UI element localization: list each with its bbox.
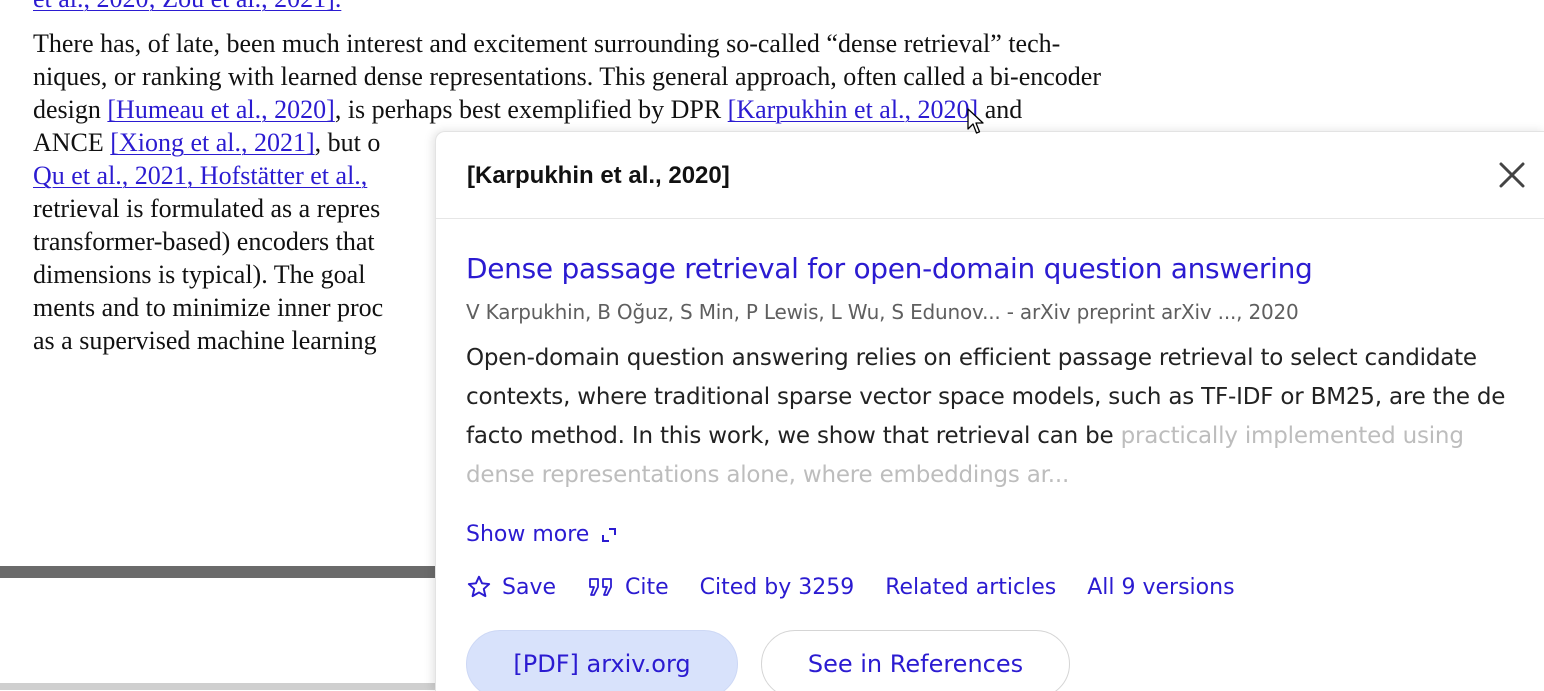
see-in-references-button[interactable]: See in References bbox=[761, 630, 1070, 691]
pdf-line-3: design [Humeau et al., 2020], is perhaps… bbox=[33, 95, 1022, 125]
result-title-link[interactable]: Dense passage retrieval for open-domain … bbox=[466, 252, 1313, 285]
cited-by-label: Cited by 3259 bbox=[699, 574, 855, 600]
page-bottom-shadow bbox=[0, 566, 440, 578]
popup-header: [Karpukhin et al., 2020] bbox=[436, 132, 1544, 219]
quote-icon bbox=[589, 578, 612, 596]
pdf-line-10: as a supervised machine learning bbox=[33, 326, 377, 355]
citation-link-qu[interactable]: Qu et al., 2021, Hofstätter et al., bbox=[33, 161, 367, 190]
all-versions-link[interactable]: All 9 versions bbox=[1087, 575, 1234, 600]
related-articles-label: Related articles bbox=[885, 574, 1057, 600]
text-span: , is perhaps best exemplified by DPR bbox=[334, 95, 728, 124]
pdf-line-8: dimensions is typical). The goal bbox=[33, 260, 366, 289]
citation-popup: [Karpukhin et al., 2020] Dense passage r… bbox=[435, 131, 1544, 691]
cite-label: Cite bbox=[625, 574, 669, 600]
pdf-line-0: et al., 2020; Zou et al., 2021]. bbox=[33, 0, 341, 14]
citation-link-xiong[interactable]: [Xiong et al., 2021] bbox=[110, 128, 314, 157]
text-span: design bbox=[33, 95, 108, 124]
popup-buttons: [PDF] arxiv.org See in References bbox=[466, 630, 1070, 691]
expand-icon bbox=[602, 527, 617, 542]
result-authors: V Karpukhin, B Oğuz, S Min, P Lewis, L W… bbox=[466, 300, 1299, 324]
cited-by-link[interactable]: Cited by 3259 bbox=[700, 575, 855, 600]
save-button[interactable]: Save bbox=[466, 574, 556, 600]
all-versions-label: All 9 versions bbox=[1087, 574, 1235, 600]
mouse-cursor-icon bbox=[967, 108, 984, 134]
pdf-line-7: transformer-based) encoders that bbox=[33, 227, 375, 256]
text-span: ANCE bbox=[33, 128, 111, 157]
pdf-line-2: niques, or ranking with learned dense re… bbox=[33, 62, 1101, 91]
citation-link-humeau[interactable]: [Humeau et al., 2020] bbox=[107, 95, 334, 124]
result-actions: Save Cite Cited by 3259 Related articles… bbox=[466, 574, 1266, 600]
show-more-button[interactable]: Show more bbox=[466, 522, 617, 547]
text-span: , but o bbox=[314, 128, 381, 157]
show-more-label: Show more bbox=[466, 522, 590, 547]
related-articles-link[interactable]: Related articles bbox=[885, 575, 1056, 600]
close-button[interactable] bbox=[1495, 158, 1529, 192]
cite-button[interactable]: Cite bbox=[587, 575, 669, 600]
citation-link-karpukhin[interactable]: [Karpukhin et al., 2020] bbox=[728, 95, 979, 124]
star-icon bbox=[467, 575, 491, 598]
pdf-line-5: Qu et al., 2021, Hofstätter et al., bbox=[33, 161, 367, 191]
pdf-line-4: ANCE [Xiong et al., 2021], but o bbox=[33, 128, 380, 158]
pdf-link-button[interactable]: [PDF] arxiv.org bbox=[466, 630, 738, 691]
citation-link-top[interactable]: et al., 2020; Zou et al., 2021]. bbox=[33, 0, 341, 13]
pdf-line-9: ments and to minimize inner proc bbox=[33, 293, 384, 322]
pdf-line-6: retrieval is formulated as a repres bbox=[33, 194, 381, 223]
popup-title: [Karpukhin et al., 2020] bbox=[467, 162, 730, 189]
save-label: Save bbox=[502, 574, 557, 600]
close-icon bbox=[1499, 162, 1525, 188]
result-snippet: Open-domain question answering relies on… bbox=[466, 339, 1526, 495]
pdf-line-1: There has, of late, been much interest a… bbox=[33, 29, 1061, 58]
